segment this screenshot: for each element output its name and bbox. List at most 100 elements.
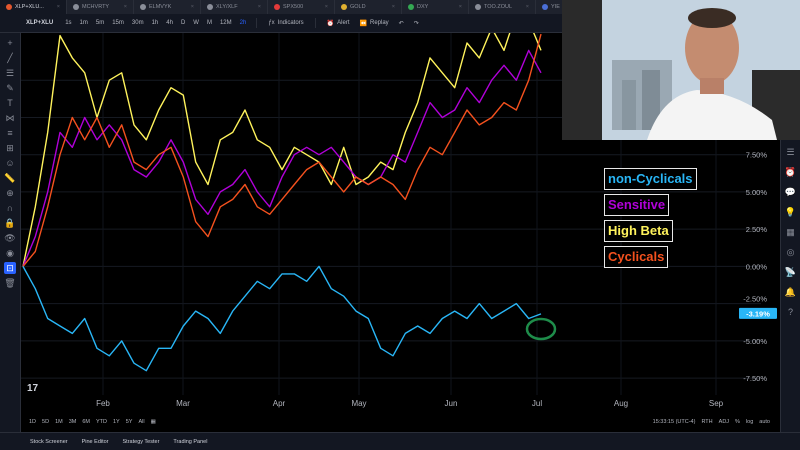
object-tree-icon[interactable]: ⊡ (4, 262, 16, 274)
zoom-icon[interactable]: ⊕ (4, 187, 16, 199)
magnet-icon[interactable]: ∩ (4, 202, 16, 214)
legend-label: High Beta (604, 220, 673, 242)
ideas-icon[interactable]: 💡 (785, 206, 797, 218)
percent-toggle[interactable]: % (735, 419, 740, 425)
visibility-icon[interactable]: ◉ (4, 247, 16, 259)
timeframe-button[interactable]: 15m (108, 20, 128, 26)
browser-tab[interactable]: ELMVYK × (134, 0, 201, 14)
crosshair-icon[interactable]: + (4, 37, 16, 49)
log-toggle[interactable]: log (746, 419, 753, 425)
adj-toggle[interactable]: ADJ (719, 419, 729, 425)
close-icon[interactable]: × (325, 4, 328, 10)
notifications-icon[interactable]: 🔔 (785, 286, 797, 298)
close-icon[interactable]: × (124, 4, 127, 10)
browser-tab[interactable]: XLY/XLF × (201, 0, 268, 14)
pattern-icon[interactable]: ⋈ (4, 112, 16, 124)
footer-tab-pine-editor[interactable]: Pine Editor (82, 439, 109, 445)
footer-tab-strategy-tester[interactable]: Strategy Tester (123, 439, 160, 445)
range-button[interactable]: All (138, 419, 144, 425)
favicon-icon (475, 4, 481, 10)
timeframe-button[interactable]: 2h (236, 20, 251, 26)
toolbar-divider (256, 18, 258, 28)
timeframe-button[interactable]: 1s (61, 20, 75, 26)
redo-button[interactable]: ↷ (409, 20, 424, 27)
help-icon[interactable]: ? (785, 306, 797, 318)
timeframe-button[interactable]: 12M (216, 20, 236, 26)
close-icon[interactable]: × (57, 4, 60, 10)
footer-tab-trading-panel[interactable]: Trading Panel (173, 439, 207, 445)
text-icon[interactable]: T (4, 97, 16, 109)
timeframe-button[interactable]: M (203, 20, 216, 26)
webcam-overlay (562, 0, 800, 140)
clock: 15:33:15 (UTC-4) (652, 419, 696, 425)
browser-tab[interactable]: TOO.ZOUL × (469, 0, 536, 14)
streams-icon[interactable]: ◎ (785, 246, 797, 258)
timeframe-button[interactable]: D (177, 20, 189, 26)
timeframe-button[interactable]: W (189, 20, 203, 26)
range-button[interactable]: 1M (55, 419, 63, 425)
range-buttons: 1D 5D 1M 3M 6M YTD 1Y 5Y All (29, 419, 145, 425)
range-button[interactable]: 1Y (113, 419, 120, 425)
eye-icon[interactable]: 👁 (4, 232, 16, 244)
close-icon[interactable]: × (526, 4, 529, 10)
y-tick-label: 0.00% (746, 262, 768, 271)
close-icon[interactable]: × (459, 4, 462, 10)
y-tick-label: -5.00% (743, 337, 767, 346)
status-area: 15:33:15 (UTC-4) RTH ADJ % log auto (653, 419, 780, 425)
ruler-icon[interactable]: 📏 (4, 172, 16, 184)
indicators-button[interactable]: ƒx Indicators (263, 20, 308, 26)
trash-icon[interactable]: 🗑 (4, 277, 16, 289)
legend-label: non-Cyclicals (604, 168, 697, 190)
x-tick-label: Feb (96, 399, 110, 408)
x-tick-label: Aug (614, 399, 628, 408)
lock-icon[interactable]: 🔒 (4, 217, 16, 229)
browser-tab[interactable]: GOLD × (335, 0, 402, 14)
symbol-search[interactable]: XLP+XLU (26, 20, 53, 26)
range-button[interactable]: 5D (42, 419, 49, 425)
watchlist-icon[interactable]: ☰ (785, 146, 797, 158)
browser-tab[interactable]: SPX500 × (268, 0, 335, 14)
series-line-sensitive (22, 49, 542, 267)
smile-icon[interactable]: ☺ (4, 157, 16, 169)
rth-toggle[interactable]: RTH (701, 419, 712, 425)
measure-icon[interactable]: ⊞ (4, 142, 16, 154)
broadcast-icon[interactable]: 📡 (785, 266, 797, 278)
series-line-high-beta (22, 33, 542, 267)
range-button[interactable]: 6M (82, 419, 90, 425)
footer-tab-stock-screener[interactable]: Stock Screener (30, 439, 68, 445)
browser-tab[interactable]: MCHVRTY × (67, 0, 134, 14)
browser-tab-label: MCHVRTY (82, 4, 110, 10)
favicon-icon (207, 4, 213, 10)
alert-button[interactable]: ⏰ Alert (322, 20, 355, 27)
timeframe-button[interactable]: 1m (76, 20, 92, 26)
browser-tab[interactable]: XLP+XLU... × (0, 0, 67, 14)
favicon-icon (408, 4, 414, 10)
range-button[interactable]: 5Y (126, 419, 133, 425)
timeframe-button[interactable]: 30m (128, 20, 148, 26)
undo-button[interactable]: ↶ (394, 20, 409, 27)
calendar-icon[interactable]: ▦ (785, 226, 797, 238)
range-button[interactable]: 3M (69, 419, 77, 425)
auto-toggle[interactable]: auto (759, 419, 770, 425)
close-icon[interactable]: × (191, 4, 194, 10)
x-tick-label: Mar (176, 399, 190, 408)
horizontal-lines-icon[interactable]: ☰ (4, 67, 16, 79)
widget-bar: ☰ ⏰ 💬 💡 ▦ ◎ 📡 🔔 ? (780, 140, 800, 443)
range-button[interactable]: 1D (29, 419, 36, 425)
calendar-icon[interactable]: ▦ (151, 419, 156, 425)
timeframe-button[interactable]: 4h (162, 20, 177, 26)
timeframe-button[interactable]: 5m (92, 20, 108, 26)
replay-button[interactable]: ⏪ Replay (355, 20, 394, 27)
chat-icon[interactable]: 💬 (785, 186, 797, 198)
fib-icon[interactable]: ≡ (4, 127, 16, 139)
range-button[interactable]: YTD (96, 419, 107, 425)
close-icon[interactable]: × (392, 4, 395, 10)
trendline-icon[interactable]: ╱ (4, 52, 16, 64)
alerts-clock-icon[interactable]: ⏰ (785, 166, 797, 178)
replay-label: Replay (369, 20, 389, 26)
date-range-bar: 1D 5D 1M 3M 6M YTD 1Y 5Y All ▦ 15:33:15 (UTC-4) … (21, 415, 780, 429)
timeframe-button[interactable]: 1h (148, 20, 163, 26)
close-icon[interactable]: × (258, 4, 261, 10)
brush-icon[interactable]: ✎ (4, 82, 16, 94)
browser-tab[interactable]: DXY × (402, 0, 469, 14)
